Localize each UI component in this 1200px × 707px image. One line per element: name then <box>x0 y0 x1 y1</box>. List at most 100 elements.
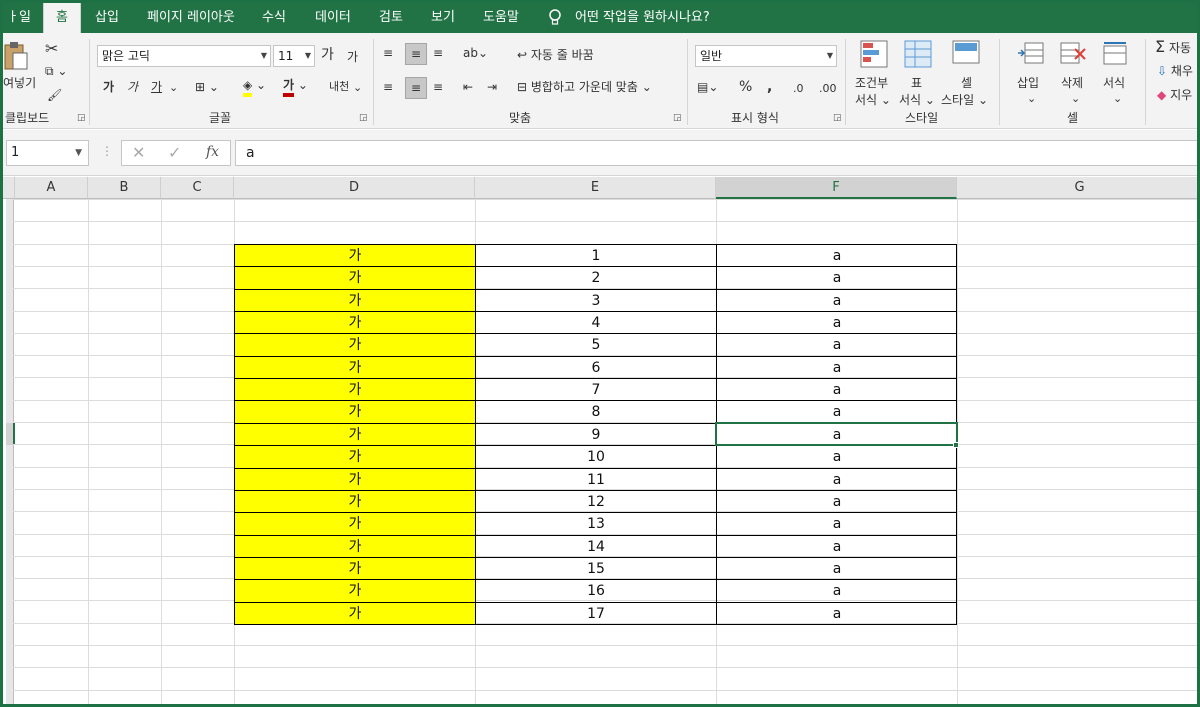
cell-f[interactable]: a <box>716 467 957 491</box>
cell-d[interactable]: 가 <box>234 556 475 580</box>
align-middle-icon[interactable]: ≡ <box>405 43 427 65</box>
cell-d[interactable]: 가 <box>234 489 475 513</box>
cell-f[interactable]: a <box>716 556 957 580</box>
cell-e[interactable]: 10 <box>475 445 716 468</box>
cell-f[interactable]: a <box>716 288 957 312</box>
clipboard-launcher-icon[interactable]: ◲ <box>77 113 86 123</box>
paste-icon[interactable] <box>3 41 29 75</box>
cell-e[interactable]: 14 <box>475 534 716 558</box>
cell-d[interactable]: 가 <box>234 378 475 401</box>
tab-review[interactable]: 검토 <box>379 3 403 33</box>
formula-input[interactable]: a <box>235 140 1197 166</box>
tab-help[interactable]: 도움말 <box>483 3 519 33</box>
underline-button[interactable]: 가 <box>151 77 162 97</box>
column-header-f[interactable]: F <box>716 177 957 199</box>
cell-e[interactable]: 1 <box>475 244 716 267</box>
paste-button[interactable]: 여넣기 <box>3 73 36 93</box>
chevron-down-icon[interactable]: ⌄ <box>1113 89 1122 109</box>
cell-e[interactable]: 17 <box>475 601 716 625</box>
font-size-select[interactable]: 11 ▼ <box>273 45 315 67</box>
orientation-icon[interactable]: ab⌄ <box>463 43 488 63</box>
copy-icon[interactable]: ⧉ ⌄ <box>45 61 67 81</box>
cell-styles-icon[interactable] <box>951 39 983 75</box>
cell-d[interactable]: 가 <box>234 333 475 357</box>
cut-icon[interactable]: ✂ <box>45 39 58 59</box>
cell-e[interactable]: 6 <box>475 355 716 379</box>
format-painter-icon[interactable]: 🖌 <box>47 85 62 105</box>
select-all-corner[interactable] <box>3 177 15 199</box>
font-name-select[interactable]: 맑은 고딕 ▼ <box>97 45 271 67</box>
cell-d[interactable]: 가 <box>234 512 475 536</box>
cell-d[interactable]: 가 <box>234 601 475 625</box>
cell-styles-label-2[interactable]: 스타일 ⌄ <box>941 90 988 110</box>
cell-e[interactable]: 11 <box>475 467 716 491</box>
cell-f[interactable]: a <box>716 311 957 334</box>
cell-f[interactable]: a <box>716 534 957 558</box>
fill-color-icon[interactable]: ◈ ⌄ <box>243 75 266 97</box>
column-header-d[interactable]: D <box>234 177 475 199</box>
cell-e[interactable]: 2 <box>475 266 716 290</box>
chevron-down-icon[interactable]: ⌄ <box>1027 89 1036 109</box>
format-cells-icon[interactable] <box>1101 41 1129 71</box>
cell-f[interactable]: a <box>716 378 957 401</box>
tab-page-layout[interactable]: 페이지 레이아웃 <box>147 3 235 33</box>
wrap-text-button[interactable]: ↩ 자동 줄 바꿈 <box>517 45 594 65</box>
italic-button[interactable]: 가 <box>127 77 138 97</box>
cell-d[interactable]: 가 <box>234 266 475 290</box>
alignment-launcher-icon[interactable]: ◲ <box>673 113 682 123</box>
align-left-icon[interactable]: ≡ <box>383 77 393 97</box>
cell-f[interactable]: a <box>716 266 957 290</box>
cell-e[interactable]: 13 <box>475 512 716 536</box>
cell-f[interactable]: a <box>716 400 957 424</box>
conditional-format-label-2[interactable]: 서식 ⌄ <box>855 90 891 110</box>
cell-d[interactable]: 가 <box>234 400 475 424</box>
cell-f[interactable]: a <box>716 355 957 379</box>
cell-d[interactable]: 가 <box>234 579 475 603</box>
number-format-select[interactable]: 일반 ▼ <box>695 45 837 67</box>
increase-decimal-icon[interactable]: .0 <box>793 79 804 99</box>
row-header-strip[interactable] <box>6 199 14 704</box>
cell-d[interactable]: 가 <box>234 534 475 558</box>
merge-center-button[interactable]: ⊟ 병합하고 가운데 맞춤 ⌄ <box>517 77 652 97</box>
cell-f[interactable]: a <box>716 579 957 603</box>
align-right-icon[interactable]: ≡ <box>433 77 443 97</box>
cell-d[interactable]: 가 <box>234 445 475 468</box>
cell-e[interactable]: 7 <box>475 378 716 401</box>
comma-button[interactable]: , <box>767 77 772 97</box>
tab-insert[interactable]: 삽입 <box>95 3 119 33</box>
row-header-active[interactable] <box>6 423 15 445</box>
decrease-decimal-icon[interactable]: .00 <box>819 79 837 99</box>
cell-e[interactable]: 3 <box>475 288 716 312</box>
drag-handle-icon[interactable]: ⋮ <box>101 144 113 158</box>
format-as-table-icon[interactable] <box>903 39 935 75</box>
column-header-g[interactable]: G <box>957 177 1197 199</box>
phonetic-button[interactable]: 내천 <box>329 77 349 97</box>
font-launcher-icon[interactable]: ◲ <box>359 113 368 123</box>
column-header-e[interactable]: E <box>475 177 716 199</box>
font-color-button[interactable]: 가 ⌄ <box>283 75 308 97</box>
cell-d[interactable]: 가 <box>234 467 475 491</box>
cell-e[interactable]: 5 <box>475 333 716 357</box>
format-as-table-label-2[interactable]: 서식 ⌄ <box>899 90 935 110</box>
border-icon[interactable]: ⊞ ⌄ <box>195 77 219 97</box>
column-header-a[interactable]: A <box>15 177 88 199</box>
cell-d[interactable]: 가 <box>234 311 475 334</box>
cell-e[interactable]: 15 <box>475 556 716 580</box>
tab-view[interactable]: 보기 <box>431 3 455 33</box>
cell-d[interactable]: 가 <box>234 355 475 379</box>
lightbulb-icon[interactable] <box>547 3 563 33</box>
cell-e[interactable]: 9 <box>475 422 716 446</box>
selected-cell-f9[interactable] <box>715 422 958 446</box>
percent-button[interactable]: % <box>739 77 752 97</box>
cell-f[interactable]: a <box>716 244 957 267</box>
name-box[interactable]: 1 ▼ <box>6 140 89 166</box>
currency-icon[interactable]: ▤⌄ <box>697 77 718 97</box>
chevron-down-icon[interactable]: ⌄ <box>169 78 178 98</box>
enter-icon[interactable]: ✓ <box>168 143 181 162</box>
tab-data[interactable]: 데이터 <box>315 3 351 33</box>
align-bottom-icon[interactable]: ≡ <box>433 43 443 63</box>
cell-e[interactable]: 16 <box>475 579 716 603</box>
delete-cells-icon[interactable] <box>1059 41 1087 71</box>
autosum-button[interactable]: Σ 자동 <box>1155 37 1191 58</box>
cell-f[interactable]: a <box>716 512 957 536</box>
